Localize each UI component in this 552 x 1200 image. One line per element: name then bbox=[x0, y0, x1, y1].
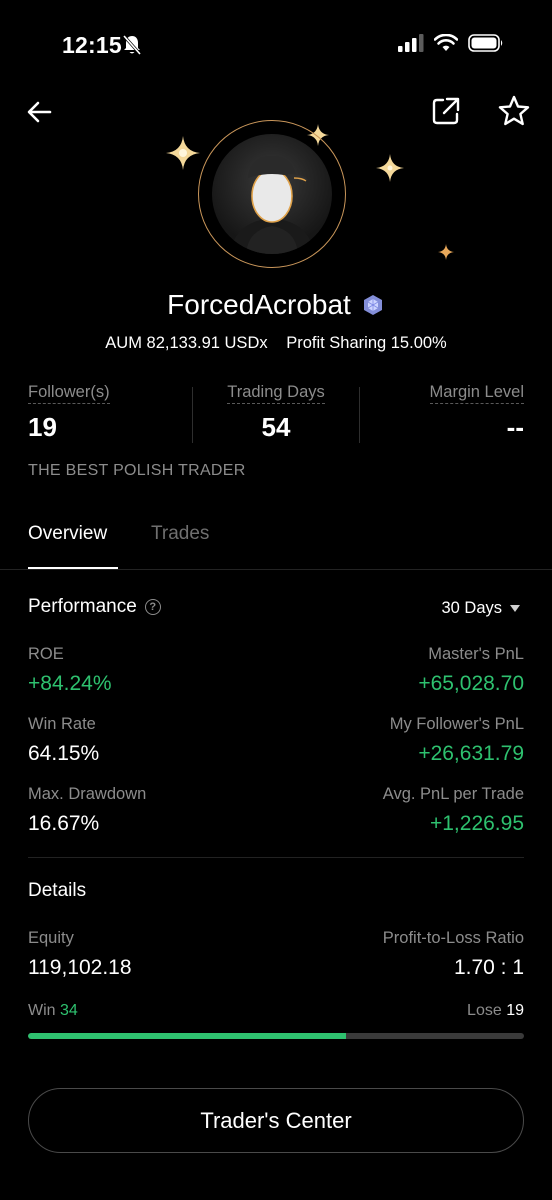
lose-count-row: Lose 19 bbox=[467, 1002, 524, 1020]
bell-off-icon bbox=[122, 35, 142, 55]
stats-row: Follower(s) 19 Trading Days 54 Margin Le… bbox=[28, 383, 524, 443]
metric-value-avg-pnl: +1,226.95 bbox=[429, 812, 524, 835]
metric-value-roe: +84.24% bbox=[28, 672, 112, 695]
stat-divider bbox=[359, 387, 360, 443]
stat-margin-level[interactable]: Margin Level -- bbox=[429, 383, 524, 443]
metric-label-avg-pnl: Avg. PnL per Trade bbox=[382, 785, 524, 803]
stat-trading-days[interactable]: Trading Days 54 bbox=[192, 383, 360, 443]
stat-label: Trading Days bbox=[227, 383, 325, 404]
equity-label: Equity bbox=[28, 929, 74, 947]
win-label: Win bbox=[28, 1002, 56, 1019]
range-value: 30 Days bbox=[441, 599, 502, 617]
status-bar: 12:15 bbox=[0, 0, 552, 90]
caret-down-icon bbox=[510, 605, 520, 612]
cellular-signal-icon bbox=[398, 34, 424, 52]
diamond-badge-icon bbox=[363, 295, 382, 315]
stat-value: -- bbox=[506, 412, 524, 442]
back-arrow-icon[interactable] bbox=[24, 96, 56, 128]
trader-name: ForcedAcrobat bbox=[167, 289, 351, 320]
lose-label: Lose bbox=[467, 1002, 502, 1019]
metric-value-win-rate: 64.15% bbox=[28, 742, 100, 765]
stat-value: 54 bbox=[261, 412, 291, 442]
pl-ratio-label: Profit-to-Loss Ratio bbox=[382, 929, 524, 947]
wifi-icon bbox=[434, 34, 458, 51]
stat-label: Follower(s) bbox=[28, 383, 110, 404]
sparkle-icon bbox=[376, 154, 404, 182]
metric-label-win-rate: Win Rate bbox=[28, 715, 96, 733]
tabs-divider bbox=[0, 569, 552, 570]
tab-trades[interactable]: Trades bbox=[151, 523, 209, 545]
tab-overview[interactable]: Overview bbox=[28, 523, 107, 545]
status-time: 12:15 bbox=[62, 32, 122, 58]
battery-icon bbox=[468, 34, 503, 52]
trader-sub-info: AUM 82,133.91 USDx Profit Sharing 15.00% bbox=[0, 334, 552, 353]
equity-value: 119,102.18 bbox=[28, 956, 132, 979]
performance-title: Performance bbox=[28, 596, 137, 617]
star-icon[interactable] bbox=[497, 94, 531, 128]
status-icons bbox=[398, 34, 504, 52]
section-divider bbox=[28, 857, 524, 858]
aum-text: AUM 82,133.91 USDx bbox=[105, 334, 268, 352]
details-title: Details bbox=[28, 880, 87, 901]
metric-value-max-drawdown: 16.67% bbox=[28, 812, 100, 835]
metric-value-follower-pnl: +26,631.79 bbox=[418, 742, 524, 765]
stat-followers[interactable]: Follower(s) 19 bbox=[28, 383, 110, 443]
avatar bbox=[212, 134, 332, 254]
metric-value-master-pnl: +65,028.70 bbox=[418, 672, 524, 695]
range-dropdown[interactable]: 30 Days bbox=[441, 599, 520, 618]
stat-value: 19 bbox=[28, 412, 57, 442]
metric-label-follower-pnl: My Follower's PnL bbox=[389, 715, 524, 733]
stat-label: Margin Level bbox=[429, 383, 524, 404]
metric-label-max-drawdown: Max. Drawdown bbox=[28, 785, 147, 803]
metric-label-roe: ROE bbox=[28, 645, 64, 663]
performance-header: Performance ? bbox=[28, 596, 161, 618]
trader-tagline: THE BEST POLISH TRADER bbox=[28, 462, 246, 479]
share-icon[interactable] bbox=[430, 95, 462, 127]
sparkle-icon bbox=[438, 244, 454, 260]
avatar-container bbox=[198, 120, 346, 268]
win-count: 34 bbox=[60, 1002, 78, 1019]
traders-center-button[interactable]: Trader's Center bbox=[28, 1088, 524, 1153]
win-bar-fill bbox=[28, 1033, 347, 1039]
win-count-row: Win 34 bbox=[28, 1002, 78, 1020]
avatar-figure-icon bbox=[230, 156, 314, 254]
help-icon[interactable]: ? bbox=[144, 599, 161, 615]
lose-count: 19 bbox=[506, 1002, 524, 1019]
sparkle-icon bbox=[166, 136, 200, 170]
metric-label-master-pnl: Master's PnL bbox=[428, 645, 524, 663]
trader-name-row: ForcedAcrobat bbox=[0, 289, 552, 321]
profit-sharing-text: Profit Sharing 15.00% bbox=[286, 334, 447, 352]
pl-ratio-value: 1.70 : 1 bbox=[453, 956, 524, 979]
win-lose-bar bbox=[28, 1033, 524, 1039]
